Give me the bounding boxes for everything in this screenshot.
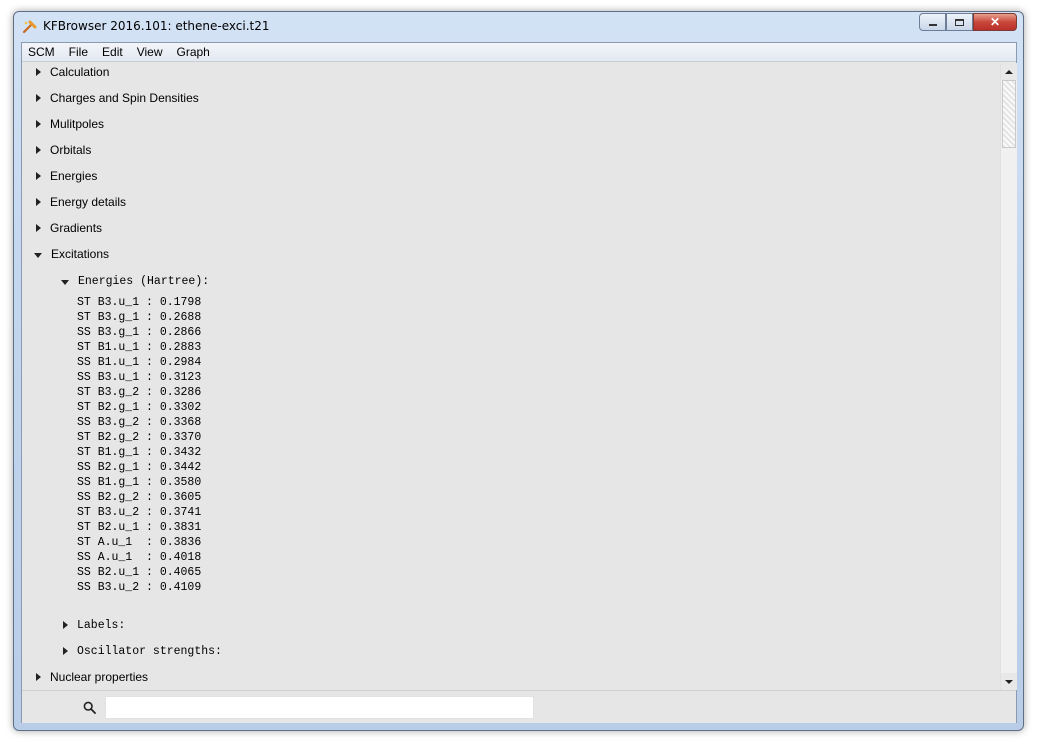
scroll-up-button[interactable] <box>1001 63 1017 80</box>
list-item: SS B3.g_2 : 0.3368 <box>77 416 202 429</box>
list-item: ST B1.g_1 : 0.3432 <box>77 446 202 459</box>
maximize-icon <box>955 18 964 26</box>
tree-item-label: Mulitpoles <box>50 117 105 131</box>
tree-item-label: Energies (Hartree): <box>78 274 210 288</box>
list-item: ST B3.u_1 : 0.1798 <box>77 296 202 309</box>
tree-item-nuclear-properties[interactable]: Nuclear properties <box>35 667 148 687</box>
expand-arrow-icon[interactable] <box>36 198 41 206</box>
list-item: ST A.u_1 : 0.3836 <box>77 536 202 549</box>
list-item: ST B3.u_2 : 0.3741 <box>77 506 202 519</box>
menu-graph[interactable]: Graph <box>170 43 217 62</box>
collapse-arrow-icon[interactable] <box>61 279 69 285</box>
search-input[interactable] <box>105 696 534 719</box>
menu-bar: SCM File Edit View Graph <box>22 43 1016 62</box>
arrow-up-icon <box>1005 69 1013 74</box>
list-item: SS B3.u_2 : 0.4109 <box>77 581 202 594</box>
app-window: KFBrowser 2016.101: ethene-exci.t21 ✕ SC… <box>13 11 1024 731</box>
list-item: SS B2.u_1 : 0.4065 <box>77 566 202 579</box>
expand-arrow-icon[interactable] <box>63 621 68 629</box>
search-icon <box>83 701 96 714</box>
expand-arrow-icon[interactable] <box>63 647 68 655</box>
arrow-down-icon <box>1005 679 1013 684</box>
list-item: SS B2.g_2 : 0.3605 <box>77 491 202 504</box>
excitation-energy-list: ST B3.u_1 : 0.1798 ST B3.g_1 : 0.2688 SS… <box>77 295 201 595</box>
list-item: SS B1.g_1 : 0.3580 <box>77 476 202 489</box>
window-controls: ✕ <box>919 13 1017 31</box>
tree-item-label: Labels: <box>77 618 126 632</box>
menu-view[interactable]: View <box>130 43 170 62</box>
tree-item-labels[interactable]: Labels: <box>62 615 125 635</box>
minimize-button[interactable] <box>919 13 946 31</box>
expand-arrow-icon[interactable] <box>36 172 41 180</box>
tree-item-label: Excitations <box>51 247 110 261</box>
tree-item-orbitals[interactable]: Orbitals <box>35 140 91 160</box>
list-item: ST B2.u_1 : 0.3831 <box>77 521 202 534</box>
vertical-scrollbar[interactable] <box>1000 63 1017 690</box>
tree-item-label: Orbitals <box>50 143 92 157</box>
expand-arrow-icon[interactable] <box>36 120 41 128</box>
tree-item-calculation[interactable]: Calculation <box>35 63 109 82</box>
tree-item-energies[interactable]: Energies <box>35 166 97 186</box>
scroll-down-button[interactable] <box>1001 673 1017 690</box>
tree-item-label: Gradients <box>50 221 103 235</box>
title-bar[interactable]: KFBrowser 2016.101: ethene-exci.t21 ✕ <box>14 12 1023 42</box>
list-item: ST B2.g_1 : 0.3302 <box>77 401 202 414</box>
list-item: ST B3.g_2 : 0.3286 <box>77 386 202 399</box>
list-item: ST B2.g_2 : 0.3370 <box>77 431 202 444</box>
list-item: ST B1.u_1 : 0.2883 <box>77 341 202 354</box>
close-icon: ✕ <box>989 15 1001 29</box>
list-item: SS B3.g_1 : 0.2866 <box>77 326 202 339</box>
expand-arrow-icon[interactable] <box>36 94 41 102</box>
list-item: SS B2.g_1 : 0.3442 <box>77 461 202 474</box>
scrollbar-thumb[interactable] <box>1002 80 1016 148</box>
tree-item-label: Nuclear properties <box>50 670 149 684</box>
expand-arrow-icon[interactable] <box>36 224 41 232</box>
close-button[interactable]: ✕ <box>973 13 1017 31</box>
maximize-button[interactable] <box>946 13 973 31</box>
tree-item-label: Calculation <box>50 65 110 79</box>
collapse-arrow-icon[interactable] <box>34 252 42 258</box>
list-item: ST B3.g_1 : 0.2688 <box>77 311 202 324</box>
menu-edit[interactable]: Edit <box>95 43 130 62</box>
tree-item-label: Energies <box>50 169 98 183</box>
search-bar <box>22 690 1016 723</box>
client-area: SCM File Edit View Graph Calculation Cha… <box>21 42 1017 723</box>
expand-arrow-icon[interactable] <box>36 146 41 154</box>
menu-file[interactable]: File <box>62 43 95 62</box>
tree-item-label: Charges and Spin Densities <box>50 91 199 105</box>
list-item: SS A.u_1 : 0.4018 <box>77 551 202 564</box>
tree-item-label: Energy details <box>50 195 127 209</box>
tree-item-gradients[interactable]: Gradients <box>35 218 102 238</box>
tree-item-charges[interactable]: Charges and Spin Densities <box>35 88 199 108</box>
tree-item-oscillator-strengths[interactable]: Oscillator strengths: <box>62 641 222 661</box>
tree-item-energy-details[interactable]: Energy details <box>35 192 126 212</box>
list-item: SS B1.u_1 : 0.2984 <box>77 356 202 369</box>
tree-item-label: Oscillator strengths: <box>77 644 222 658</box>
tree-item-excitations[interactable]: Excitations <box>34 244 109 264</box>
menu-scm[interactable]: SCM <box>22 43 62 62</box>
expand-arrow-icon[interactable] <box>36 673 41 681</box>
window-title: KFBrowser 2016.101: ethene-exci.t21 <box>43 19 270 33</box>
list-item: SS B3.u_1 : 0.3123 <box>77 371 202 384</box>
tree-item-multipoles[interactable]: Mulitpoles <box>35 114 104 134</box>
tree-item-excitation-energies[interactable]: Energies (Hartree): <box>61 271 209 291</box>
app-icon <box>22 20 37 34</box>
tree-view: Calculation Charges and Spin Densities M… <box>22 63 1000 690</box>
minimize-icon <box>928 23 937 26</box>
expand-arrow-icon[interactable] <box>36 68 41 76</box>
